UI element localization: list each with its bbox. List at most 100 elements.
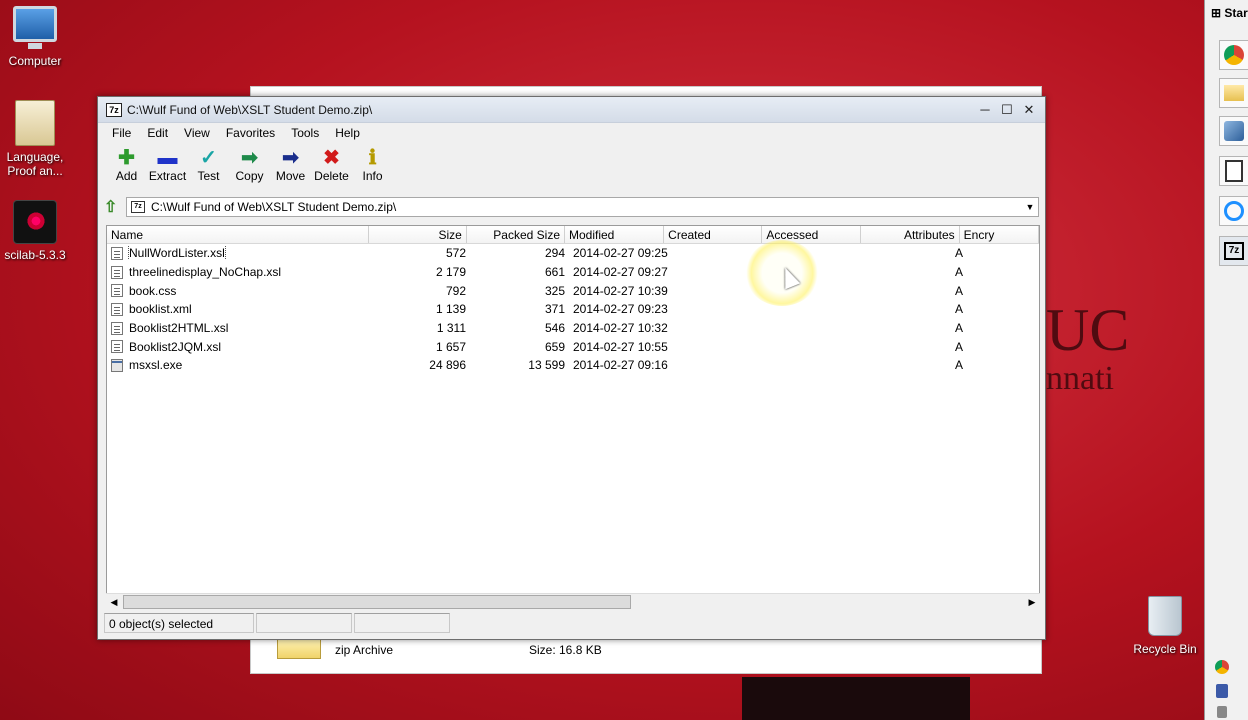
extract-label: Extract — [148, 169, 187, 183]
file-packed-size: 294 — [544, 246, 565, 261]
table-row[interactable]: Booklist2JQM.xsl 1 657 659 2014-02-27 10… — [107, 337, 1039, 356]
background-media-strip — [742, 677, 970, 720]
file-modified: 2014-02-27 09:23 — [573, 302, 668, 317]
minimize-button[interactable]: ─ — [975, 101, 995, 119]
file-packed-size: 661 — [544, 265, 565, 280]
address-row: ⇧ 7z C:\Wulf Fund of Web\XSLT Student De… — [104, 195, 1039, 219]
file-name: booklist.xml — [129, 302, 192, 317]
xsl-file-icon — [111, 340, 123, 354]
xsl-file-icon — [111, 321, 123, 335]
horizontal-scrollbar[interactable]: ◀ ▶ — [106, 593, 1040, 609]
file-modified: 2014-02-27 09:25 — [573, 246, 668, 261]
table-row[interactable]: book.css 792 325 2014-02-27 10:39 A — [107, 281, 1039, 300]
desktop-icon-recycle-bin[interactable]: Recycle Bin — [1130, 596, 1200, 656]
xsl-file-icon — [111, 265, 123, 279]
file-modified: 2014-02-27 10:55 — [573, 339, 668, 354]
info-label: Info — [362, 169, 383, 183]
menu-bar: File Edit View Favorites Tools Help — [98, 123, 1045, 143]
table-row[interactable]: NullWordLister.xsl 572 294 2014-02-27 09… — [107, 244, 1039, 263]
address-path: C:\Wulf Fund of Web\XSLT Student Demo.zi… — [151, 200, 397, 214]
chevron-right-icon: ▶ — [1028, 596, 1036, 607]
column-header-modified[interactable]: Modified — [565, 226, 665, 243]
test-label: Test — [197, 169, 220, 183]
close-button[interactable]: ✕ — [1019, 101, 1039, 119]
start-button[interactable]: ⊞ Star — [1211, 6, 1248, 20]
address-combobox[interactable]: 7z C:\Wulf Fund of Web\XSLT Student Demo… — [126, 197, 1039, 217]
column-header-name[interactable]: Name — [107, 226, 369, 243]
move-button[interactable]: ➡ Move — [270, 147, 311, 183]
add-button[interactable]: ✚ Add — [106, 147, 147, 183]
copy-button[interactable]: ➡ Copy — [229, 147, 270, 183]
file-name: threelinedisplay_NoChap.xsl — [129, 265, 282, 280]
taskbar-ie-button[interactable] — [1219, 196, 1248, 226]
start-label: Star — [1224, 6, 1248, 20]
tray-shield-icon[interactable] — [1216, 684, 1228, 698]
file-modified: 2014-02-27 10:32 — [573, 321, 668, 336]
css-file-icon — [111, 284, 123, 298]
scroll-right-button[interactable]: ▶ — [1024, 594, 1040, 610]
7zip-icon: 7z — [1224, 242, 1244, 260]
scrollbar-thumb[interactable] — [123, 595, 631, 609]
scroll-left-button[interactable]: ◀ — [106, 594, 122, 610]
taskbar-7zip-button[interactable]: 7z — [1219, 236, 1248, 266]
title-bar[interactable]: 7z C:\Wulf Fund of Web\XSLT Student Demo… — [98, 97, 1045, 123]
file-list[interactable]: Name Size Packed Size Modified Created A… — [106, 225, 1040, 609]
scilab-icon — [13, 200, 57, 244]
file-size: 792 — [445, 283, 466, 298]
maximize-button[interactable]: ☐ — [997, 101, 1017, 119]
up-folder-button[interactable]: ⇧ — [104, 197, 126, 217]
file-size-label: Size: 16.8 KB — [529, 643, 602, 657]
taskbar-chrome-button[interactable] — [1219, 40, 1248, 70]
minimize-icon: ─ — [980, 102, 990, 117]
tray-item-icon[interactable] — [1217, 706, 1227, 718]
folder-icon — [1224, 85, 1244, 101]
recycle-bin-icon — [1148, 596, 1182, 636]
desktop-icon-language-proof[interactable]: Language, Proof an... — [0, 100, 70, 178]
file-attributes: A — [954, 339, 963, 354]
table-row[interactable]: threelinedisplay_NoChap.xsl 2 179 661 20… — [107, 263, 1039, 282]
taskbar-notepad-button[interactable] — [1219, 156, 1248, 186]
extract-button[interactable]: ▬ Extract — [147, 147, 188, 183]
table-row[interactable]: msxsl.exe 24 896 13 599 2014-02-27 09:16… — [107, 356, 1039, 375]
file-name: NullWordLister.xsl — [128, 246, 226, 261]
tray-chrome-icon[interactable] — [1215, 660, 1229, 674]
file-name: Booklist2JQM.xsl — [129, 339, 222, 354]
desktop-icon-computer[interactable]: Computer — [0, 6, 70, 68]
desktop-icon-label: Computer — [8, 54, 62, 68]
column-header-attributes[interactable]: Attributes — [861, 226, 960, 243]
menu-favorites[interactable]: Favorites — [218, 126, 283, 140]
folder-icon — [15, 100, 55, 146]
delete-button[interactable]: ✖ Delete — [311, 147, 352, 183]
test-button[interactable]: ✓ Test — [188, 147, 229, 183]
menu-edit[interactable]: Edit — [139, 126, 176, 140]
address-dropdown-button[interactable]: ▼ — [1022, 198, 1038, 216]
file-packed-size: 659 — [544, 339, 565, 354]
file-size: 24 896 — [429, 358, 466, 373]
table-row[interactable]: Booklist2HTML.xsl 1 311 546 2014-02-27 1… — [107, 319, 1039, 338]
taskbar-explorer-button[interactable] — [1219, 78, 1248, 108]
desktop-icon-scilab[interactable]: scilab-5.3.3 — [0, 200, 70, 262]
info-icon: ℹ — [368, 147, 377, 169]
menu-file[interactable]: File — [104, 126, 139, 140]
menu-view[interactable]: View — [176, 126, 218, 140]
menu-help[interactable]: Help — [327, 126, 368, 140]
desktop-icon-label: scilab-5.3.3 — [4, 248, 66, 262]
info-button[interactable]: ℹ Info — [352, 147, 393, 183]
taskbar-app-button[interactable] — [1219, 116, 1248, 146]
column-header-created[interactable]: Created — [664, 226, 763, 243]
column-header-size[interactable]: Size — [369, 226, 467, 243]
chrome-icon — [1224, 45, 1244, 65]
column-header-packed-size[interactable]: Packed Size — [467, 226, 565, 243]
table-row[interactable]: booklist.xml 1 139 371 2014-02-27 09:23 … — [107, 300, 1039, 319]
file-attributes: A — [954, 302, 963, 317]
copy-label: Copy — [235, 169, 264, 183]
menu-tools[interactable]: Tools — [283, 126, 327, 140]
file-attributes: A — [954, 321, 963, 336]
extract-icon: ▬ — [157, 147, 178, 169]
delete-icon: ✖ — [323, 147, 340, 169]
internet-explorer-icon — [1224, 201, 1244, 221]
column-header-encrypted[interactable]: Encry — [960, 226, 1039, 243]
file-name: book.css — [129, 283, 177, 298]
move-icon: ➡ — [282, 147, 299, 169]
file-name: Booklist2HTML.xsl — [129, 321, 229, 336]
